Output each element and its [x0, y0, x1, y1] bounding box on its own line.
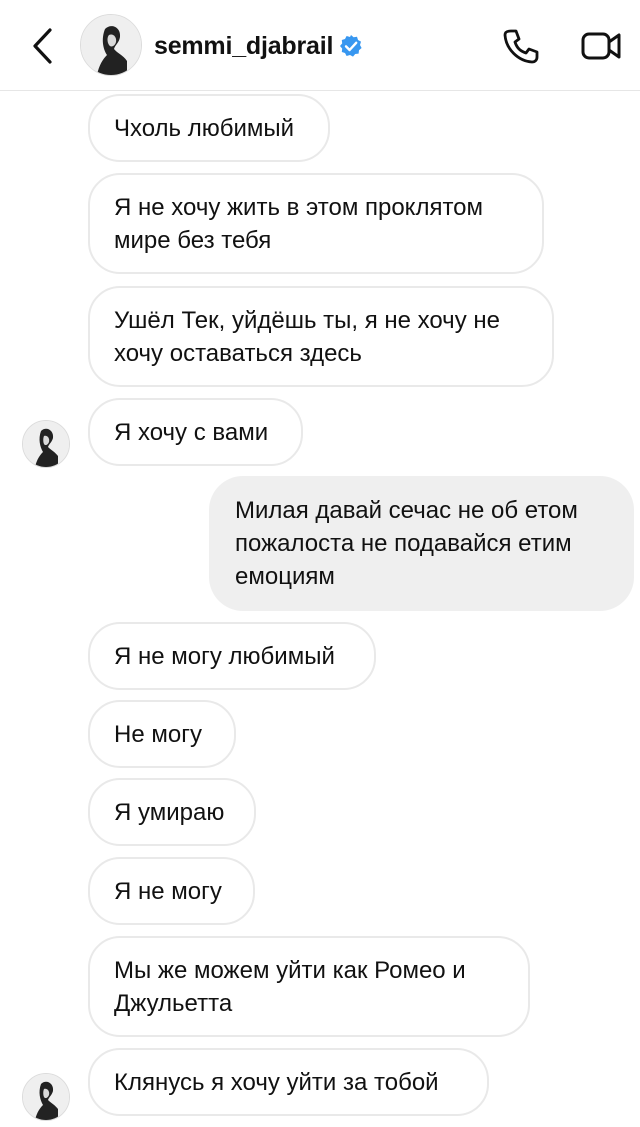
message-bubble[interactable]: Я умираю: [88, 778, 256, 846]
message-text: Я не могу: [114, 878, 222, 905]
profile-photo: [23, 421, 69, 467]
video-camera-icon: [581, 32, 621, 60]
message-text: Я не хочу жить в этом проклятом мире без…: [114, 194, 484, 254]
audio-call-button[interactable]: [498, 24, 544, 68]
chevron-left-icon: [33, 28, 52, 64]
message-bubble[interactable]: Я хочу с вами: [88, 398, 303, 466]
message-bubble[interactable]: Я не хочу жить в этом проклятом мире без…: [88, 173, 544, 274]
message-bubble[interactable]: Не могу: [88, 700, 236, 768]
message-bubble[interactable]: Мы же можем уйти как Ромео и Джульетта: [88, 936, 530, 1037]
message-bubble[interactable]: Милая давай сечас не об етом пожалоста н…: [209, 476, 634, 611]
message-text: Ушёл Тек, уйдёшь ты, я не хочу не хочу о…: [114, 307, 500, 367]
username-row[interactable]: semmi_djabrail: [154, 30, 363, 62]
message-text: Я умираю: [114, 799, 225, 826]
message-bubble[interactable]: Ушёл Тек, уйдёшь ты, я не хочу не хочу о…: [88, 286, 554, 387]
profile-photo: [23, 1074, 69, 1120]
message-bubble[interactable]: Я не могу: [88, 857, 255, 925]
contact-username[interactable]: semmi_djabrail: [154, 32, 333, 61]
message-bubble[interactable]: Я не могу любимый: [88, 622, 376, 690]
profile-photo: [81, 15, 141, 75]
message-text: Милая давай сечас не об етом пожалоста н…: [235, 497, 578, 590]
back-button[interactable]: [22, 24, 62, 68]
message-text: Я хочу с вами: [114, 419, 269, 446]
message-text: Я не могу любимый: [114, 643, 335, 670]
message-bubble[interactable]: Чхоль любимый: [88, 94, 330, 162]
message-text: Мы же можем уйти как Ромео и Джульетта: [114, 957, 466, 1017]
chat-header: semmi_djabrail: [0, 0, 640, 91]
contact-avatar[interactable]: [80, 14, 142, 76]
message-text: Не могу: [114, 721, 202, 748]
verified-badge-icon: [339, 34, 363, 58]
sender-avatar[interactable]: [22, 1073, 70, 1121]
phone-icon: [503, 29, 539, 64]
video-call-button[interactable]: [576, 24, 626, 68]
message-text: Клянусь я хочу уйти за тобой: [114, 1069, 439, 1096]
sender-avatar[interactable]: [22, 420, 70, 468]
message-text: Чхоль любимый: [114, 115, 295, 142]
message-bubble[interactable]: Клянусь я хочу уйти за тобой: [88, 1048, 489, 1116]
